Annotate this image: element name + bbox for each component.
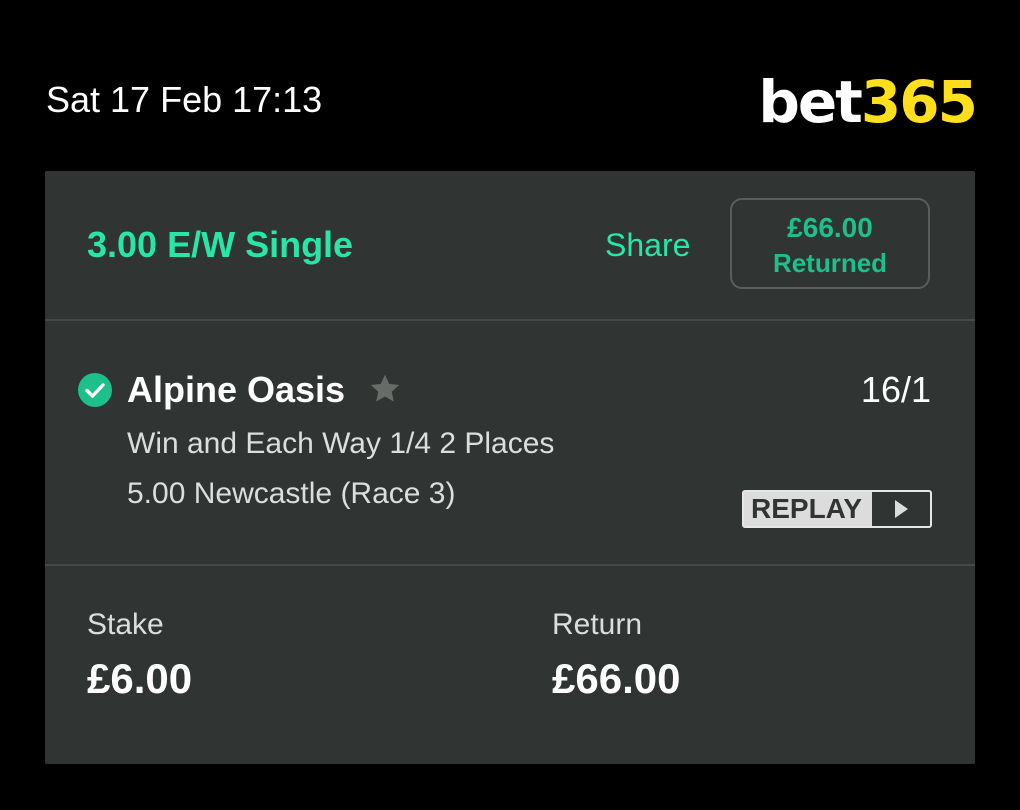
stake-value: £6.00 <box>87 655 193 702</box>
returned-label: Returned <box>772 248 888 278</box>
return-label: Return <box>552 608 643 641</box>
bet-card: 3.00 E/W Single Share £66.00 Returned Al… <box>45 171 975 764</box>
event-description: 5.00 Newcastle (Race 3) <box>127 477 456 510</box>
bet-type-title: 3.00 E/W Single <box>87 224 354 265</box>
play-icon <box>872 492 930 526</box>
bet365-logo: bet365 <box>758 68 978 136</box>
bet-totals: Stake £6.00 Return £66.00 <box>45 566 975 764</box>
selection-row: Alpine Oasis 16/1 Win and Each Way 1/4 2… <box>45 321 975 566</box>
returned-badge: £66.00 Returned <box>730 198 930 289</box>
logo-bet: bet <box>758 68 863 136</box>
check-circle-icon <box>78 373 112 407</box>
replay-button[interactable]: REPLAY <box>742 490 932 528</box>
logo-365: 365 <box>860 68 978 136</box>
stake-label: Stake <box>87 608 164 641</box>
share-button[interactable]: Share <box>605 225 690 265</box>
returned-amount: £66.00 <box>787 212 873 243</box>
selection-odds: 16/1 <box>860 369 931 410</box>
bet-history-screen: Sat 17 Feb 17:13 bet365 3.00 E/W Single … <box>0 0 1020 810</box>
replay-label: REPLAY <box>751 493 863 524</box>
bet-card-header: 3.00 E/W Single Share £66.00 Returned <box>45 171 975 321</box>
return-value: £66.00 <box>552 655 681 702</box>
market-description: Win and Each Way 1/4 2 Places <box>127 427 555 460</box>
star-icon[interactable] <box>367 371 403 407</box>
status-datetime: Sat 17 Feb 17:13 <box>46 79 323 120</box>
selection-name: Alpine Oasis <box>127 369 346 410</box>
